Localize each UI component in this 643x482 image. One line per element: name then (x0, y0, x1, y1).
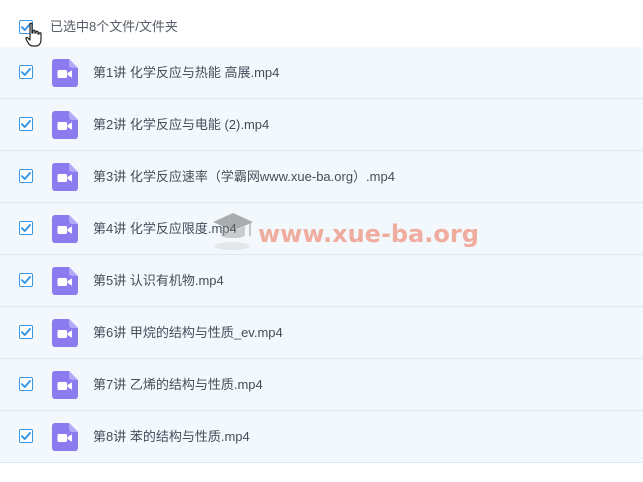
file-list-panel: 已选中8个文件/文件夹 第1讲 化学反应与热能 高展.mp4 第2讲 化学反应与… (0, 0, 643, 482)
file-name[interactable]: 第5讲 认识有机物.mp4 (93, 272, 224, 290)
row-checkbox[interactable] (19, 325, 33, 339)
video-file-icon (52, 215, 78, 243)
file-name[interactable]: 第7讲 乙烯的结构与性质.mp4 (93, 376, 263, 394)
file-row[interactable]: 第4讲 化学反应限度.mp4 (0, 203, 643, 255)
file-row[interactable]: 第1讲 化学反应与热能 高展.mp4 (0, 47, 643, 99)
video-file-icon (52, 163, 78, 191)
checkmark-icon (21, 276, 31, 284)
file-name[interactable]: 第6讲 甲烷的结构与性质_ev.mp4 (93, 324, 283, 342)
row-checkbox[interactable] (19, 65, 33, 79)
row-checkbox[interactable] (19, 273, 33, 287)
video-file-icon (52, 319, 78, 347)
row-checkbox[interactable] (19, 169, 33, 183)
checkmark-icon (21, 432, 31, 440)
video-file-icon (52, 111, 78, 139)
checkmark-icon (21, 328, 31, 336)
video-file-icon (52, 59, 78, 87)
file-name[interactable]: 第8讲 苯的结构与性质.mp4 (93, 428, 250, 446)
file-row[interactable]: 第8讲 苯的结构与性质.mp4 (0, 411, 643, 463)
row-checkbox[interactable] (19, 221, 33, 235)
video-file-icon (52, 423, 78, 451)
checkmark-icon (21, 68, 31, 76)
file-list: 第1讲 化学反应与热能 高展.mp4 第2讲 化学反应与电能 (2).mp4 第… (0, 47, 643, 463)
selection-count-label: 已选中8个文件/文件夹 (50, 19, 178, 34)
video-file-icon (52, 267, 78, 295)
file-name[interactable]: 第1讲 化学反应与热能 高展.mp4 (93, 64, 279, 82)
checkmark-icon (21, 224, 31, 232)
file-row[interactable]: 第6讲 甲烷的结构与性质_ev.mp4 (0, 307, 643, 359)
row-checkbox[interactable] (19, 377, 33, 391)
file-row[interactable]: 第7讲 乙烯的结构与性质.mp4 (0, 359, 643, 411)
file-name[interactable]: 第4讲 化学反应限度.mp4 (93, 220, 237, 238)
checkmark-icon (21, 172, 31, 180)
file-name[interactable]: 第3讲 化学反应速率（学霸网www.xue-ba.org）.mp4 (93, 168, 395, 186)
video-file-icon (52, 371, 78, 399)
file-row[interactable]: 第3讲 化学反应速率（学霸网www.xue-ba.org）.mp4 (0, 151, 643, 203)
file-name[interactable]: 第2讲 化学反应与电能 (2).mp4 (93, 116, 269, 134)
selection-header: 已选中8个文件/文件夹 (0, 0, 643, 48)
checkmark-icon (21, 380, 31, 388)
row-checkbox[interactable] (19, 429, 33, 443)
file-row[interactable]: 第5讲 认识有机物.mp4 (0, 255, 643, 307)
checkmark-icon (21, 120, 31, 128)
file-row[interactable]: 第2讲 化学反应与电能 (2).mp4 (0, 99, 643, 151)
hand-cursor-icon (25, 22, 42, 47)
row-checkbox[interactable] (19, 117, 33, 131)
